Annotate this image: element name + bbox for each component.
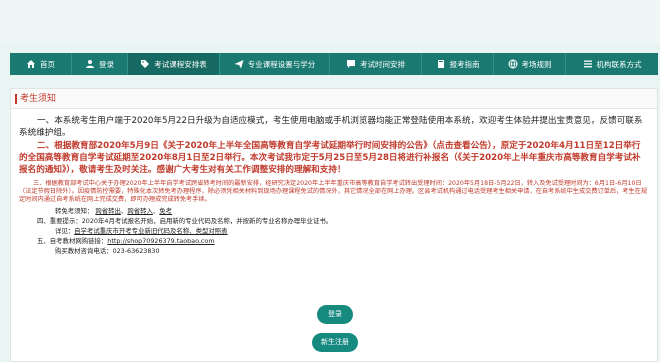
login-button-wrap: 登录: [11, 305, 659, 324]
nav-guide-label: 报考指南: [449, 59, 480, 69]
tag-icon: [140, 59, 150, 69]
transfer-out-link[interactable]: 跨省转出: [95, 207, 121, 215]
list-icon: [583, 59, 593, 69]
notice-title: 考生须知: [11, 89, 657, 109]
register-button-wrap: 新生注册: [11, 333, 659, 352]
detail-label: 详见：: [55, 227, 75, 235]
nav-course-schedule[interactable]: 考试课程安排表: [128, 53, 220, 75]
login-button[interactable]: 登录: [317, 305, 353, 324]
nav-home[interactable]: 首页: [10, 53, 72, 75]
nav-exam-rules[interactable]: 考场规则: [494, 53, 566, 75]
nav-login-label: 登录: [99, 59, 114, 69]
nav-course-schedule-label: 考试课程安排表: [154, 59, 207, 69]
exemption-link[interactable]: 免考: [159, 207, 172, 215]
transfer-row: 转免考须知： 跨省转出、跨省转入、免考: [55, 207, 173, 215]
notice-item-2[interactable]: 二、根据教育部2020年5月9日《关于2020年上半年全国高等教育自学考试延期举…: [19, 140, 649, 176]
phone-row: 购买教材咨询电话：023-63623830: [19, 246, 649, 256]
nav-login[interactable]: 登录: [72, 53, 128, 75]
textbook-row: 五、自考教材网购链接：http://shop70926379.taobao.co…: [19, 236, 649, 246]
nav-exam-time[interactable]: 考试时间安排: [330, 53, 422, 75]
notice-panel: 考生须知 一、本系统考生用户端于2020年5月22日升级为自适应模式，考生使用电…: [10, 88, 658, 362]
detail-row: 详见：自学考试重庆市开考专业新旧代码及名称、类型对照表: [19, 226, 649, 236]
chat-icon: [346, 59, 356, 69]
nav-major-credits-label: 专业课程设置与学分: [247, 59, 316, 69]
shop-link[interactable]: http://shop70926379.taobao.com: [107, 237, 214, 245]
transfer-in-link[interactable]: 跨省转入: [127, 207, 153, 215]
send-icon: [234, 59, 244, 69]
nav-exam-time-label: 考试时间安排: [360, 59, 405, 69]
register-button[interactable]: 新生注册: [312, 333, 358, 352]
notice-item-1: 一、本系统考生用户端于2020年5月22日升级为自适应模式，考生使用电脑或手机浏…: [19, 116, 643, 138]
major-code-link[interactable]: 自学考试重庆市开考专业新旧代码及名称、类型对照表: [74, 227, 227, 235]
globe-icon: [508, 59, 518, 69]
phone-number: 023-63623830: [112, 247, 160, 255]
home-icon: [26, 59, 36, 69]
notice-content: 一、本系统考生用户端于2020年5月22日升级为自适应模式，考生使用电脑或手机浏…: [11, 109, 657, 256]
user-icon: [85, 59, 95, 69]
textbook-label: 五、自考教材网购链接：: [37, 237, 108, 245]
nav-contacts-label: 机构联系方式: [596, 59, 642, 69]
nav-exam-rules-label: 考场规则: [521, 59, 552, 69]
notice-item-4: 四、重要提示：2020年4月考试报名开始，启用新的专业代码及名称，并按新的专业名…: [37, 217, 333, 225]
page: 首页 登录 考试课程安排表 专业课程设置与学分 考试时间安排 报考指南 考场规则: [0, 0, 660, 362]
nav-contacts[interactable]: 机构联系方式: [566, 53, 658, 75]
notice-item-3: 三、根据教育部考试中心关于办理2020年上半年自学考试跨省转考时间的最新安排，经…: [19, 180, 648, 203]
nav-major-credits[interactable]: 专业课程设置与学分: [220, 53, 330, 75]
nav-home-label: 首页: [40, 59, 55, 69]
main-nav: 首页 登录 考试课程安排表 专业课程设置与学分 考试时间安排 报考指南 考场规则: [10, 53, 658, 75]
phone-label: 购买教材咨询电话：: [55, 247, 113, 255]
book-icon: [436, 59, 446, 69]
top-banner: [0, 0, 660, 44]
nav-guide[interactable]: 报考指南: [422, 53, 494, 75]
transfer-label: 转免考须知：: [55, 207, 94, 215]
